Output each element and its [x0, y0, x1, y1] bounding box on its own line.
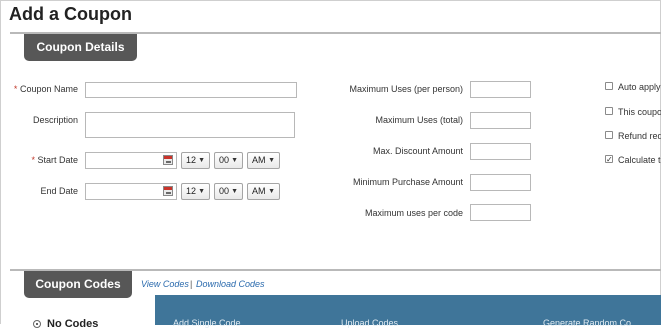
chevron-down-icon: ▼: [231, 188, 238, 195]
end-ampm-select[interactable]: AM ▼: [247, 183, 280, 200]
generate-random-codes-option[interactable]: Generate Random Co: [543, 318, 631, 328]
add-single-code-option[interactable]: Add Single Code: [173, 318, 241, 328]
coupon-name-input[interactable]: [85, 82, 297, 98]
calendar-icon[interactable]: [163, 186, 173, 196]
start-minute-select[interactable]: 00 ▼: [214, 152, 243, 169]
start-date-label: * Start Date: [31, 155, 78, 165]
end-date-label: End Date: [40, 186, 78, 196]
no-codes-radio[interactable]: [33, 320, 41, 328]
max-discount-label: Max. Discount Amount: [372, 146, 463, 156]
page-title: Add a Coupon: [9, 4, 132, 24]
min-purchase-input[interactable]: [470, 174, 531, 191]
calculate-checkbox[interactable]: ✓: [605, 155, 613, 164]
end-minute-select[interactable]: 00 ▼: [214, 183, 243, 200]
chevron-down-icon: ▼: [198, 188, 205, 195]
no-codes-label: No Codes: [47, 318, 99, 330]
coupon-name-label: * Coupon Name: [13, 84, 78, 94]
chevron-down-icon: ▼: [231, 157, 238, 164]
auto-apply-checkbox[interactable]: [605, 82, 613, 90]
chevron-down-icon: ▼: [268, 157, 275, 164]
upload-codes-option[interactable]: Upload Codes: [341, 318, 398, 328]
description-label: Description: [32, 115, 78, 125]
this-coupon-label: This coupo: [618, 107, 661, 117]
max-uses-code-input[interactable]: [470, 204, 531, 221]
end-hour-select[interactable]: 12 ▼: [181, 183, 210, 200]
this-coupon-checkbox[interactable]: [605, 107, 613, 115]
description-input[interactable]: [85, 112, 295, 138]
code-options-panel: Add Single Code Upload Codes Generate Ra…: [155, 295, 661, 328]
calculate-label: Calculate t: [618, 155, 661, 165]
tab-coupon-codes[interactable]: Coupon Codes: [24, 271, 132, 298]
refund-required-label: Refund req: [618, 131, 661, 141]
refund-required-checkbox[interactable]: [605, 131, 613, 139]
start-hour-select[interactable]: 12 ▼: [181, 152, 210, 169]
max-uses-total-input[interactable]: [470, 112, 531, 129]
link-separator: |: [190, 279, 193, 289]
start-ampm-select[interactable]: AM ▼: [247, 152, 280, 169]
start-date-input[interactable]: [85, 152, 177, 169]
end-date-input[interactable]: [85, 183, 177, 200]
view-codes-link[interactable]: View Codes: [141, 279, 189, 289]
max-uses-code-label: Maximum uses per code: [364, 208, 463, 218]
chevron-down-icon: ▼: [268, 188, 275, 195]
auto-apply-label: Auto apply: [618, 82, 661, 92]
max-uses-person-label: Maximum Uses (per person): [349, 84, 463, 94]
download-codes-link[interactable]: Download Codes: [196, 279, 265, 289]
calendar-icon[interactable]: [163, 155, 173, 165]
max-uses-person-input[interactable]: [470, 81, 531, 98]
tab-coupon-details[interactable]: Coupon Details: [24, 34, 137, 61]
min-purchase-label: Minimum Purchase Amount: [352, 177, 463, 187]
chevron-down-icon: ▼: [198, 157, 205, 164]
required-marker: *: [13, 84, 18, 94]
max-discount-input[interactable]: [470, 143, 531, 160]
max-uses-total-label: Maximum Uses (total): [375, 115, 463, 125]
